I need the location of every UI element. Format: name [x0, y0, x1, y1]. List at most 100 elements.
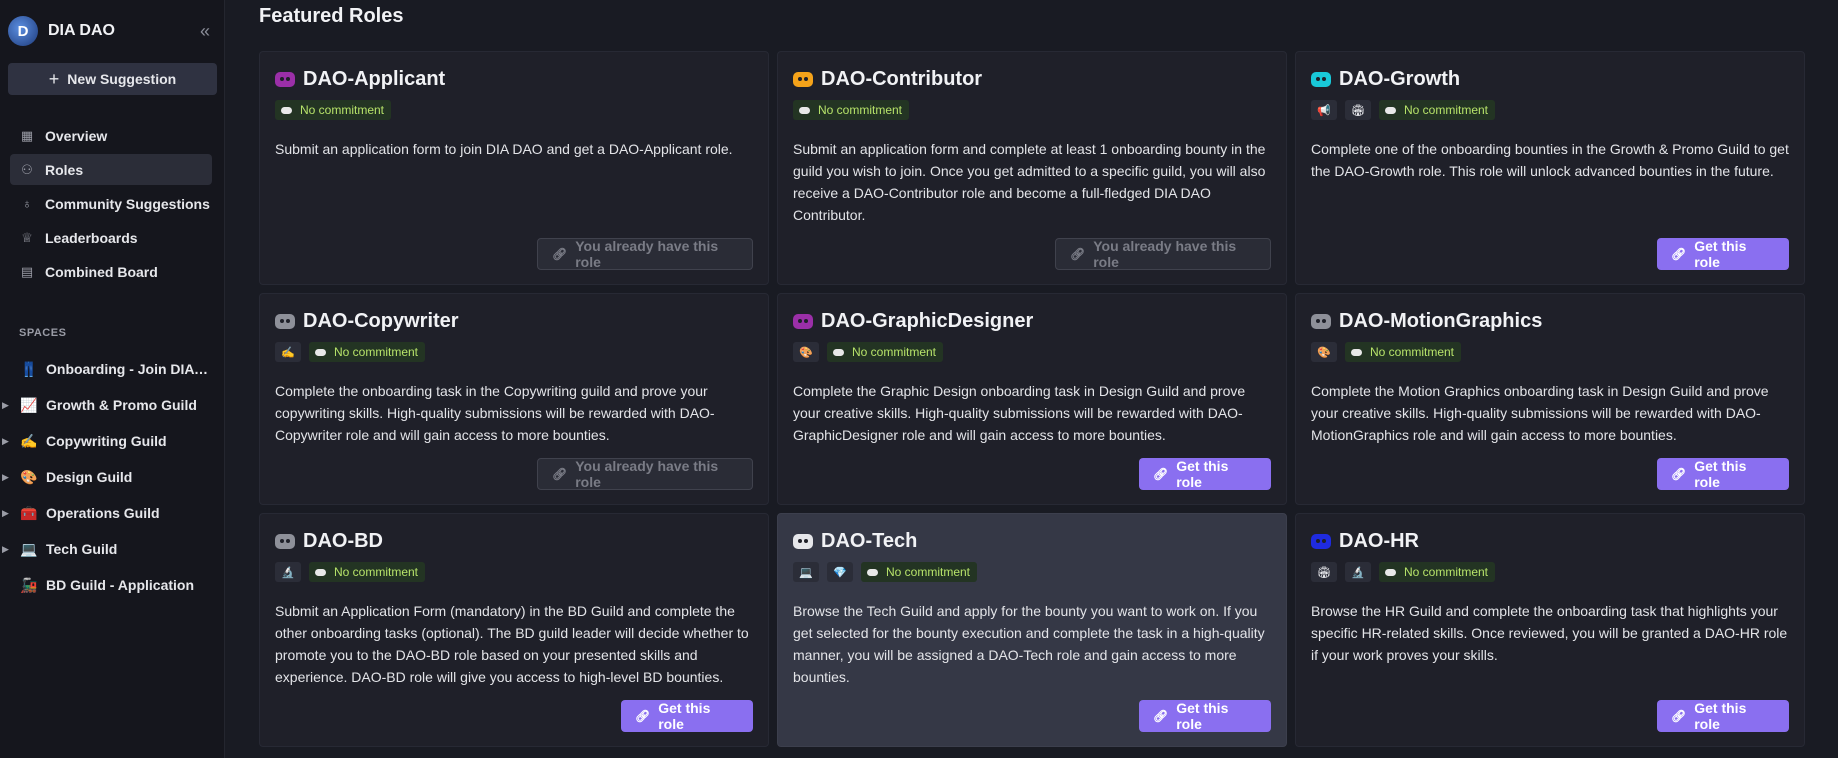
role-card[interactable]: DAO-MotionGraphics 🎨 No commitment Complete…	[1295, 293, 1805, 505]
role-card[interactable]: DAO-HR 🏟 🔬 No commitment Browse the HR Guild…	[1295, 513, 1805, 747]
role-button-label: You already have this role	[575, 458, 719, 490]
role-card[interactable]: DAO-Growth 📢 🏟 No commitment Complete one of…	[1295, 51, 1805, 285]
commitment-label: No commitment	[818, 103, 903, 117]
commitment-label: No commitment	[852, 345, 937, 359]
role-title: DAO-Applicant	[303, 68, 446, 90]
page-title: Featured Roles	[259, 5, 404, 27]
new-suggestion-button[interactable]: + New Suggestion	[8, 63, 217, 95]
workspace-title[interactable]: DIA DAO	[48, 22, 115, 40]
role-card-header: DAO-Tech	[793, 530, 917, 553]
users-icon: ⚇	[21, 161, 33, 177]
link-icon: 🔗︎	[552, 247, 568, 261]
sidebar-item-leaderboards[interactable]: ♕ Leaderboards	[10, 222, 212, 253]
cloud-icon	[799, 106, 810, 114]
lightbulb-icon: ♁	[22, 196, 32, 211]
get-role-button[interactable]: 🔗︎ Get this role	[1139, 458, 1271, 490]
role-emoji-icon: 🔬	[275, 562, 301, 582]
commitment-label: No commitment	[1404, 103, 1489, 117]
get-role-button[interactable]: 🔗︎ Get this role	[1657, 458, 1789, 490]
collapse-sidebar-icon[interactable]: «	[200, 21, 210, 42]
already-have-role-button[interactable]: 🔗︎ You already have this role	[1055, 238, 1271, 270]
space-item-bd[interactable]: 🚂 BD Guild - Application	[0, 567, 224, 603]
role-card[interactable]: DAO-Tech 💻 💎 No commitment Browse the Tech G…	[777, 513, 1287, 747]
sidebar-item-overview[interactable]: ▦ Overview	[10, 120, 212, 151]
space-item-label: Growth & Promo Guild	[46, 397, 197, 413]
link-icon: 🔗︎	[1153, 709, 1169, 723]
already-have-role-button[interactable]: 🔗︎ You already have this role	[537, 458, 753, 490]
commitment-badge: No commitment	[793, 100, 910, 120]
role-description: Complete one of the onboarding bounties …	[1311, 141, 1789, 179]
get-role-button[interactable]: 🔗︎ Get this role	[1139, 700, 1271, 732]
role-card[interactable]: DAO-Applicant No commitment Submit an appl…	[259, 51, 769, 285]
role-emoji-icon: 💎	[827, 562, 853, 582]
grid-icon: ▦	[20, 127, 34, 143]
expand-caret-icon[interactable]: ▶	[2, 544, 9, 555]
discord-icon	[275, 534, 295, 549]
already-have-role-button[interactable]: 🔗︎ You already have this role	[537, 238, 753, 270]
expand-caret-icon[interactable]: ▶	[2, 436, 9, 447]
role-description: Browse the HR Guild and complete the onb…	[1311, 603, 1788, 663]
role-card-header: DAO-Applicant	[275, 68, 445, 91]
expand-caret-icon[interactable]: ▶	[2, 508, 9, 519]
role-card[interactable]: DAO-Contributor No commitment Submit an ap…	[777, 51, 1287, 285]
commitment-badge: No commitment	[309, 562, 426, 582]
space-item-tech[interactable]: ▶ 💻 Tech Guild	[0, 531, 224, 567]
cloud-icon	[281, 106, 292, 114]
role-description: Complete the Motion Graphics onboarding …	[1311, 383, 1769, 443]
sidebar-item-label: Roles	[45, 161, 84, 178]
role-emoji-icon: ✍️	[275, 342, 301, 362]
discord-icon	[1311, 534, 1331, 549]
role-button-label: Get this role	[1176, 700, 1229, 732]
role-card[interactable]: DAO-GraphicDesigner 🎨 No commitment Complet…	[777, 293, 1287, 505]
get-role-button[interactable]: 🔗︎ Get this role	[1657, 700, 1789, 732]
sidebar-item-combined-board[interactable]: ▤ Combined Board	[10, 256, 212, 287]
role-card-header: DAO-Contributor	[793, 68, 982, 91]
link-icon: 🔗︎	[1671, 467, 1687, 481]
role-card[interactable]: DAO-Copywriter ✍️ No commitment Complete th…	[259, 293, 769, 505]
role-card[interactable]: DAO-BD 🔬 No commitment Submit an Applicatio…	[259, 513, 769, 747]
role-button-label: You already have this role	[1093, 238, 1237, 270]
link-icon: 🔗︎	[1070, 247, 1086, 261]
role-button-label: Get this role	[1176, 458, 1229, 490]
role-button-label: Get this role	[1694, 700, 1747, 732]
space-item-growth[interactable]: ▶ 📈 Growth & Promo Guild	[0, 387, 224, 423]
role-card-header: DAO-BD	[275, 530, 383, 553]
role-title: DAO-BD	[303, 530, 383, 552]
new-suggestion-label: New Suggestion	[67, 71, 177, 87]
sidebar-item-roles[interactable]: ⚇ Roles	[10, 154, 212, 185]
role-tags: 📢 🏟 No commitment	[1311, 100, 1496, 120]
space-item-label: Operations Guild	[46, 505, 160, 521]
role-title: DAO-Contributor	[821, 68, 983, 90]
get-role-button[interactable]: 🔗︎ Get this role	[621, 700, 753, 732]
role-card-header: DAO-Growth	[1311, 68, 1460, 91]
role-description: Submit an application form to join DIA D…	[275, 141, 733, 157]
sidebar-item-community-suggestions[interactable]: ♁ Community Suggestions	[10, 188, 212, 219]
role-description: Submit an Application Form (mandatory) i…	[275, 603, 749, 685]
train-icon: 🚂	[20, 576, 38, 593]
role-emoji-icon: 🏟	[1311, 562, 1337, 582]
dia-dao-logo-icon[interactable]: D	[8, 16, 38, 46]
expand-caret-icon[interactable]: ▶	[2, 400, 9, 411]
commitment-label: No commitment	[334, 345, 419, 359]
board-icon: ▤	[20, 263, 34, 279]
commitment-label: No commitment	[1370, 345, 1455, 359]
commitment-label: No commitment	[334, 565, 419, 579]
space-item-label: Tech Guild	[46, 541, 118, 557]
role-emoji-icon: 💻	[793, 562, 819, 582]
space-item-design[interactable]: ▶ 🎨 Design Guild	[0, 459, 224, 495]
discord-icon	[275, 72, 295, 87]
space-item-label: Design Guild	[46, 469, 133, 485]
space-item-onboarding[interactable]: 👖 Onboarding - Join DIA DAO	[0, 351, 224, 387]
get-role-button[interactable]: 🔗︎ Get this role	[1657, 238, 1789, 270]
space-item-operations[interactable]: ▶ 🧰 Operations Guild	[0, 495, 224, 531]
space-item-label: Copywriting Guild	[46, 433, 167, 449]
cloud-icon	[833, 348, 844, 356]
link-icon: 🔗︎	[1671, 247, 1687, 261]
role-tags: 🔬 No commitment	[275, 562, 426, 582]
role-title: DAO-HR	[1339, 530, 1419, 552]
space-item-copywriting[interactable]: ▶ ✍️ Copywriting Guild	[0, 423, 224, 459]
cloud-icon	[315, 568, 326, 576]
expand-caret-icon[interactable]: ▶	[2, 472, 9, 483]
space-item-label: BD Guild - Application	[46, 577, 195, 593]
commitment-badge: No commitment	[1379, 100, 1496, 120]
